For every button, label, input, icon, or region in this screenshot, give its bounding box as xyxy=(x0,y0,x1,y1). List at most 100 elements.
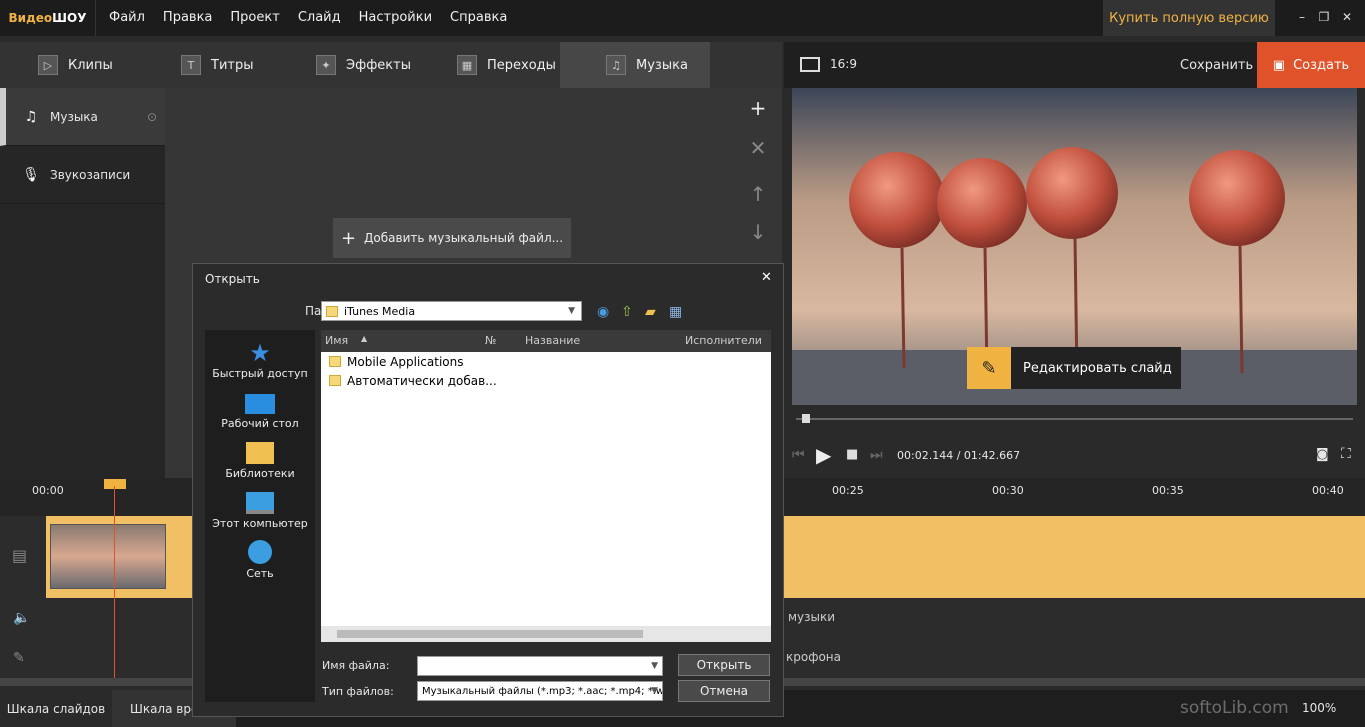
playhead-line xyxy=(114,486,115,680)
playhead-handle[interactable] xyxy=(104,479,126,489)
folder-icon xyxy=(326,305,338,317)
arrow-up-icon[interactable]: ↑ xyxy=(747,182,769,206)
tab-clips[interactable]: ▷ Клипы xyxy=(38,42,113,88)
text-icon: T xyxy=(181,55,201,75)
create-button[interactable]: ▣ Создать xyxy=(1257,42,1365,88)
watermark: softoLib.com xyxy=(1180,698,1289,718)
place-this-pc[interactable]: Этот компьютер xyxy=(205,480,315,530)
menu-item-file[interactable]: Файл xyxy=(100,0,154,36)
up-folder-icon[interactable]: ⇧ xyxy=(621,304,633,320)
list-item[interactable]: Автоматически добав... xyxy=(321,371,771,390)
main-menu: Файл Правка Проект Слайд Настройки Справ… xyxy=(100,0,516,36)
buy-full-version-button[interactable]: Купить полную версию xyxy=(1103,0,1275,36)
slide-thumbnail[interactable] xyxy=(50,524,166,589)
remove-icon[interactable]: ✕ xyxy=(747,136,769,160)
music-sidebar: ♫ Музыка ⊙ 🎙 Звукозаписи xyxy=(0,88,165,478)
previous-icon[interactable]: ⏮ xyxy=(792,447,805,463)
plus-icon: + xyxy=(340,227,357,249)
chevron-down-icon: ▼ xyxy=(568,306,575,316)
dialog-title: Открыть xyxy=(205,272,260,286)
dialog-close-icon[interactable]: ✕ xyxy=(761,270,772,285)
microphone-icon: 🎙 xyxy=(22,166,40,183)
menu-item-help[interactable]: Справка xyxy=(441,0,516,36)
sidebar-item-music[interactable]: ♫ Музыка ⊙ xyxy=(0,88,165,146)
filename-label: Имя файла: xyxy=(322,659,390,672)
column-artists[interactable]: Исполнители xyxy=(685,334,762,347)
app-logo: Видео ШОУ xyxy=(0,0,96,36)
new-folder-icon[interactable]: ▰ xyxy=(645,304,656,320)
add-music-file-button[interactable]: + Добавить музыкальный файл... xyxy=(333,218,571,258)
mic-track-label: крофона xyxy=(786,650,842,664)
horizontal-scrollbar[interactable] xyxy=(321,626,771,642)
tab-effects[interactable]: ✦ Эффекты xyxy=(316,42,411,88)
edit-slide-button[interactable]: ✎ Редактировать слайд xyxy=(967,347,1181,389)
film-icon: ▤ xyxy=(12,546,28,565)
column-number[interactable]: № xyxy=(485,334,496,347)
cancel-button[interactable]: Отмена xyxy=(678,680,770,702)
list-item[interactable]: Mobile Applications xyxy=(321,352,771,371)
place-quick-access[interactable]: ★ Быстрый доступ xyxy=(205,330,315,380)
place-libraries[interactable]: Библиотеки xyxy=(205,430,315,480)
play-icon: ▷ xyxy=(38,55,58,75)
back-icon[interactable]: ◉ xyxy=(597,304,609,320)
close-icon[interactable]: ✕ xyxy=(1340,10,1354,24)
chevron-down-icon: ▼ xyxy=(651,686,658,696)
time-readout: 00:02.144 / 01:42.667 xyxy=(897,449,1021,462)
open-button[interactable]: Открыть xyxy=(678,654,770,676)
filename-input[interactable]: ▼ xyxy=(417,656,663,676)
filetype-select[interactable]: Музыкальный файлы (*.mp3; *.aac; *.mp4; … xyxy=(417,681,663,701)
monitor-icon xyxy=(800,57,820,72)
zoom-level: 100% xyxy=(1302,701,1337,715)
view-menu-icon[interactable]: ▦ xyxy=(669,304,682,320)
computer-icon xyxy=(246,492,274,514)
pencil-icon: ✎ xyxy=(967,347,1011,389)
filetype-label: Тип файлов: xyxy=(322,685,394,698)
places-bar: ★ Быстрый доступ Рабочий стол Библиотеки … xyxy=(205,330,315,702)
clapper-icon: ▦ xyxy=(457,55,477,75)
menu-item-edit[interactable]: Правка xyxy=(154,0,221,36)
tick-label: 00:25 xyxy=(832,484,864,497)
restore-icon[interactable]: ❐ xyxy=(1317,10,1331,24)
film-camera-icon: ▣ xyxy=(1272,57,1286,73)
speaker-icon: 🔈 xyxy=(13,610,31,626)
menu-bar: Видео ШОУ Файл Правка Проект Слайд Настро… xyxy=(0,0,1365,36)
folder-icon xyxy=(329,375,341,386)
tab-transitions[interactable]: ▦ Переходы xyxy=(457,42,556,88)
scrollbar-thumb[interactable] xyxy=(337,630,643,638)
menu-item-settings[interactable]: Настройки xyxy=(350,0,441,36)
column-name[interactable]: Имя xyxy=(325,334,348,347)
minimize-icon[interactable]: – xyxy=(1295,10,1309,24)
place-desktop[interactable]: Рабочий стол xyxy=(205,380,315,430)
stop-icon[interactable]: ■ xyxy=(846,447,858,462)
library-icon xyxy=(246,442,274,464)
column-title[interactable]: Название xyxy=(525,334,580,347)
next-icon[interactable]: ⏭ xyxy=(870,447,883,463)
place-network[interactable]: Сеть xyxy=(205,530,315,580)
tab-slides-scale[interactable]: Шкала слайдов xyxy=(0,690,112,727)
wand-icon: ✦ xyxy=(316,55,336,75)
chevron-right-icon: ⊙ xyxy=(146,109,157,124)
music-track-label: музыки xyxy=(788,610,836,624)
save-button[interactable]: Сохранить xyxy=(1180,58,1253,73)
arrow-down-icon[interactable]: ↓ xyxy=(747,220,769,244)
add-icon[interactable]: + xyxy=(747,96,769,120)
seek-bar[interactable] xyxy=(792,405,1357,433)
sidebar-item-recordings[interactable]: 🎙 Звукозаписи xyxy=(0,146,165,204)
tick-label: 00:30 xyxy=(992,484,1024,497)
menu-item-slide[interactable]: Слайд xyxy=(289,0,350,36)
aspect-ratio[interactable]: 16:9 xyxy=(830,57,857,71)
menu-item-project[interactable]: Проект xyxy=(221,0,288,36)
seek-handle[interactable] xyxy=(802,414,810,423)
playback-controls: ⏮ ▶ ■ ⏭ 00:02.144 / 01:42.667 ◙ ⛶ xyxy=(784,433,1365,479)
tab-titles[interactable]: T Титры xyxy=(181,42,253,88)
mic-icon: ✎ xyxy=(13,650,25,666)
folder-select[interactable]: iTunes Media ▼ xyxy=(321,301,582,321)
snapshot-icon[interactable]: ◙ xyxy=(1316,447,1329,462)
sort-up-icon: ▲ xyxy=(361,334,368,343)
tab-music[interactable]: ♫ Музыка xyxy=(560,42,710,88)
music-note-icon: ♫ xyxy=(24,108,38,125)
play-icon[interactable]: ▶ xyxy=(816,443,831,467)
file-list: Имя ▲ № Название Исполнители Mobile Appl… xyxy=(321,330,771,642)
fullscreen-icon[interactable]: ⛶ xyxy=(1341,446,1351,462)
tick-label: 00:40 xyxy=(1312,484,1344,497)
